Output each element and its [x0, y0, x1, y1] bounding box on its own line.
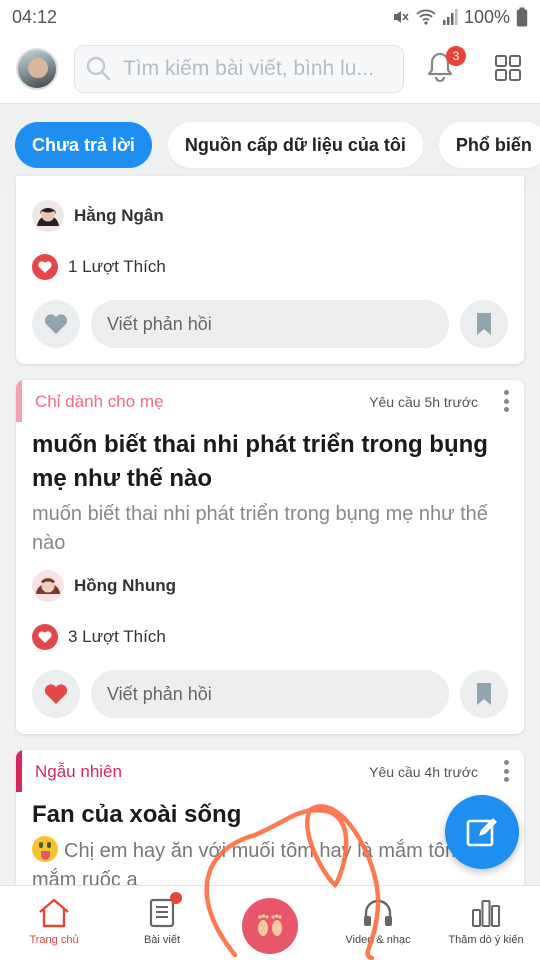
- like-count-text: 3 Lượt Thích: [68, 627, 166, 646]
- filter-tabs: Chưa trả lời Nguồn cấp dữ liệu của tôi P…: [0, 104, 540, 186]
- compose-button[interactable]: [445, 795, 519, 869]
- nav-posts-label: Bài viết: [143, 934, 181, 946]
- battery-percent: 100%: [463, 6, 510, 27]
- bookmark-icon: [477, 313, 491, 335]
- bookmark-icon: [477, 683, 491, 705]
- nav-home-label: Trang chủ: [29, 934, 79, 946]
- tab-unanswered[interactable]: Chưa trả lời: [15, 122, 152, 168]
- heart-icon: [32, 254, 58, 280]
- post-category: Ngẫu nhiên: [35, 762, 122, 781]
- post-author[interactable]: Hằng Ngân: [32, 200, 164, 232]
- like-count: 3 Lượt Thích: [32, 624, 166, 650]
- post-card[interactable]: Chỉ dành cho mẹ Yêu cầu 5h trước muốn bi…: [16, 380, 524, 734]
- like-button[interactable]: [32, 670, 80, 718]
- profile-avatar[interactable]: [16, 47, 58, 90]
- author-avatar: [32, 200, 64, 232]
- bar-chart-icon: [472, 900, 500, 927]
- tongue-emoji-icon: [32, 836, 58, 862]
- headphones-icon: [364, 899, 392, 926]
- edit-icon: [466, 818, 497, 847]
- post-body: Chị em hay ăn với muối tôm hay là mắm tô…: [32, 840, 468, 891]
- search-placeholder: Tìm kiếm bài viết, bình lu...: [123, 56, 374, 80]
- reply-row: Viết phản hồi: [32, 670, 508, 718]
- nav-center-footprints[interactable]: [242, 898, 298, 954]
- post-title: muốn biết thai nhi phát triển trong bụng…: [32, 431, 488, 492]
- author-name: Hằng Ngân: [74, 206, 164, 225]
- more-options-icon[interactable]: [504, 390, 510, 412]
- post-author[interactable]: Hồng Nhung: [32, 570, 176, 602]
- battery-icon: [516, 7, 528, 27]
- tab-my-feed[interactable]: Nguồn cấp dữ liệu của tôi: [167, 122, 423, 168]
- signal-icon: [442, 9, 458, 25]
- like-count-text: 1 Lượt Thích: [68, 257, 166, 276]
- heart-filled-icon: [44, 684, 68, 704]
- nav-polls-label: Thăm dò ý kiến: [448, 934, 524, 946]
- app-header: Tìm kiếm bài viết, bình lu... 3: [0, 34, 540, 104]
- status-icons: 100%: [392, 7, 528, 28]
- post-time: Yêu cầu 5h trước: [369, 394, 478, 410]
- author-name: Hồng Nhung: [74, 576, 176, 595]
- bookmark-button[interactable]: [460, 300, 508, 348]
- like-count: 1 Lượt Thích: [32, 254, 166, 280]
- notification-badge: 3: [446, 46, 466, 66]
- search-icon: [86, 56, 111, 80]
- wifi-icon: [416, 9, 436, 25]
- post-time: Yêu cầu 4h trước: [369, 764, 478, 780]
- bottom-navigation: Trang chủ Bài viết Video & nhạc Thăm dò …: [0, 885, 540, 960]
- post-title: Fan của xoài sống: [32, 801, 242, 828]
- nav-video-music[interactable]: Video & nhạc: [324, 886, 432, 960]
- nav-home[interactable]: Trang chủ: [0, 886, 108, 960]
- home-icon: [39, 898, 69, 928]
- footprints-icon: [258, 914, 282, 936]
- notifications-button[interactable]: 3: [424, 46, 466, 86]
- post-body: muốn biết thai nhi phát triển trong bụng…: [32, 503, 488, 554]
- post-card: Hằng Ngân 1 Lượt Thích Viết phản hồi: [16, 176, 524, 364]
- like-button[interactable]: [32, 300, 80, 348]
- reply-row: Viết phản hồi: [32, 300, 508, 348]
- status-time: 04:12: [12, 6, 58, 27]
- reply-input[interactable]: Viết phản hồi: [91, 300, 449, 348]
- reply-input[interactable]: Viết phản hồi: [91, 670, 449, 718]
- more-options-icon[interactable]: [504, 760, 510, 782]
- bookmark-button[interactable]: [460, 670, 508, 718]
- category-stripe: [16, 750, 22, 792]
- nav-polls[interactable]: Thăm dò ý kiến: [432, 886, 540, 960]
- search-input[interactable]: Tìm kiếm bài viết, bình lu...: [74, 44, 404, 93]
- heart-icon: [32, 624, 58, 650]
- tab-popular[interactable]: Phổ biến: [438, 122, 540, 168]
- mute-icon: [393, 11, 409, 23]
- category-stripe: [16, 380, 22, 422]
- nav-video-music-label: Video & nhạc: [345, 934, 411, 946]
- author-avatar: [32, 570, 64, 602]
- post-category: Chỉ dành cho mẹ: [35, 392, 164, 411]
- new-posts-dot: [170, 892, 182, 904]
- apps-grid-icon[interactable]: [494, 54, 522, 82]
- status-bar: 04:12 100%: [0, 0, 540, 34]
- heart-outline-icon: [44, 314, 68, 334]
- nav-posts[interactable]: Bài viết: [108, 886, 216, 960]
